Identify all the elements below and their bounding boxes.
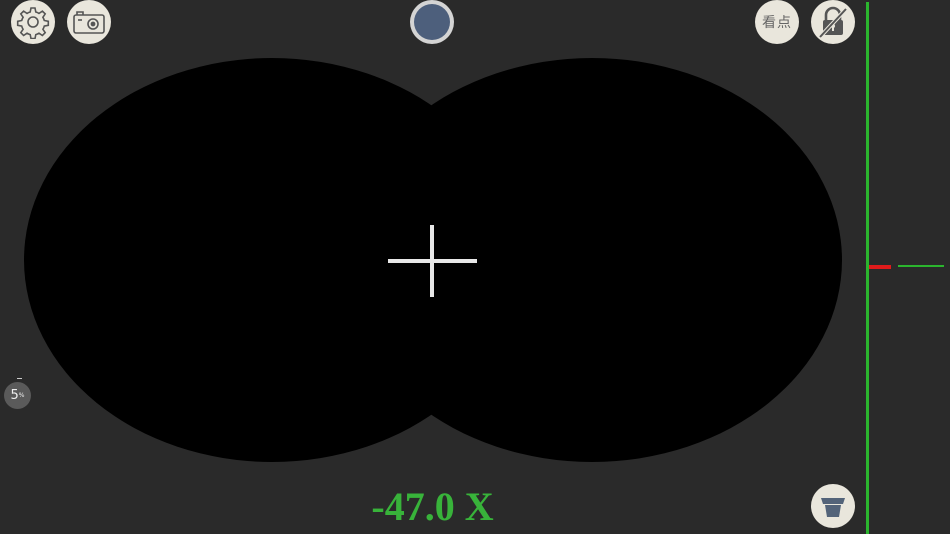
view-point-label: 看点 [762, 15, 792, 31]
zoom-tick [17, 378, 22, 379]
settings-button[interactable] [11, 0, 55, 44]
filter-button[interactable] [811, 484, 855, 528]
camera-icon [73, 11, 105, 34]
binocular-viewport [24, 58, 842, 462]
shutter-icon [414, 4, 450, 40]
zoom-value: 5 [10, 388, 19, 403]
zoom-badge[interactable]: 5% [4, 382, 31, 409]
level-marker-red [869, 265, 891, 269]
zoom-unit: % [18, 392, 25, 399]
scope-viewer: 看点 5% -47.0 X [0, 0, 950, 534]
gear-icon [16, 7, 50, 39]
lock-toggle-button[interactable] [811, 0, 855, 44]
measurement-reading: -47.0 X [371, 484, 494, 529]
camera-button[interactable] [67, 0, 111, 44]
shutter-button[interactable] [410, 0, 454, 44]
funnel-icon [821, 498, 845, 517]
view-point-button[interactable]: 看点 [755, 0, 799, 44]
level-marker-green [898, 265, 944, 267]
lock-off-icon [818, 6, 848, 39]
